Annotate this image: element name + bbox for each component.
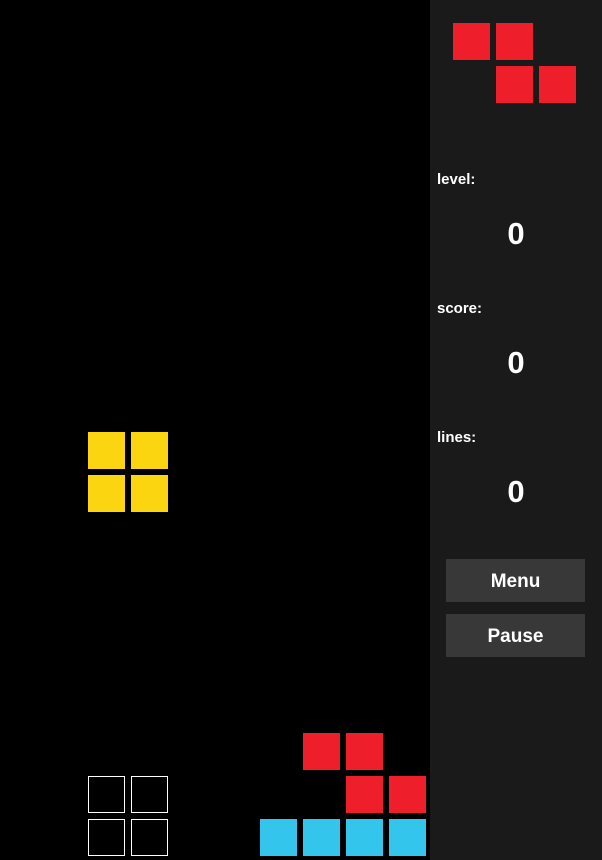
score-value: 0 — [507, 345, 525, 380]
stacked-block — [389, 819, 426, 856]
stacked-block — [346, 776, 383, 813]
tetris-app: level: 0 score: 0 lines: 0 Menu Pause — [0, 0, 602, 860]
stacked-block — [389, 776, 426, 813]
stacked-block — [260, 819, 297, 856]
menu-button[interactable]: Menu — [446, 559, 585, 602]
active-piece-block — [88, 432, 125, 469]
ghost-piece-block — [131, 776, 168, 813]
level-value: 0 — [507, 216, 525, 251]
next-piece-block — [496, 23, 533, 60]
next-piece-block — [453, 23, 490, 60]
game-board[interactable] — [0, 0, 430, 860]
stacked-block — [346, 819, 383, 856]
next-piece-block — [496, 66, 533, 103]
pause-button[interactable]: Pause — [446, 614, 585, 657]
active-piece-block — [88, 475, 125, 512]
lines-label: lines: — [437, 429, 477, 446]
stacked-block — [346, 733, 383, 770]
stacked-block — [303, 733, 340, 770]
level-label: level: — [437, 171, 476, 188]
ghost-piece-block — [131, 819, 168, 856]
stacked-block — [303, 819, 340, 856]
sidebar-panel: level: 0 score: 0 lines: 0 Menu Pause — [430, 0, 602, 860]
active-piece-block — [131, 475, 168, 512]
ghost-piece-block — [88, 819, 125, 856]
next-piece-block — [539, 66, 576, 103]
active-piece-block — [131, 432, 168, 469]
lines-value: 0 — [507, 474, 525, 509]
ghost-piece-block — [88, 776, 125, 813]
score-label: score: — [437, 300, 483, 317]
next-piece-preview — [430, 0, 602, 130]
